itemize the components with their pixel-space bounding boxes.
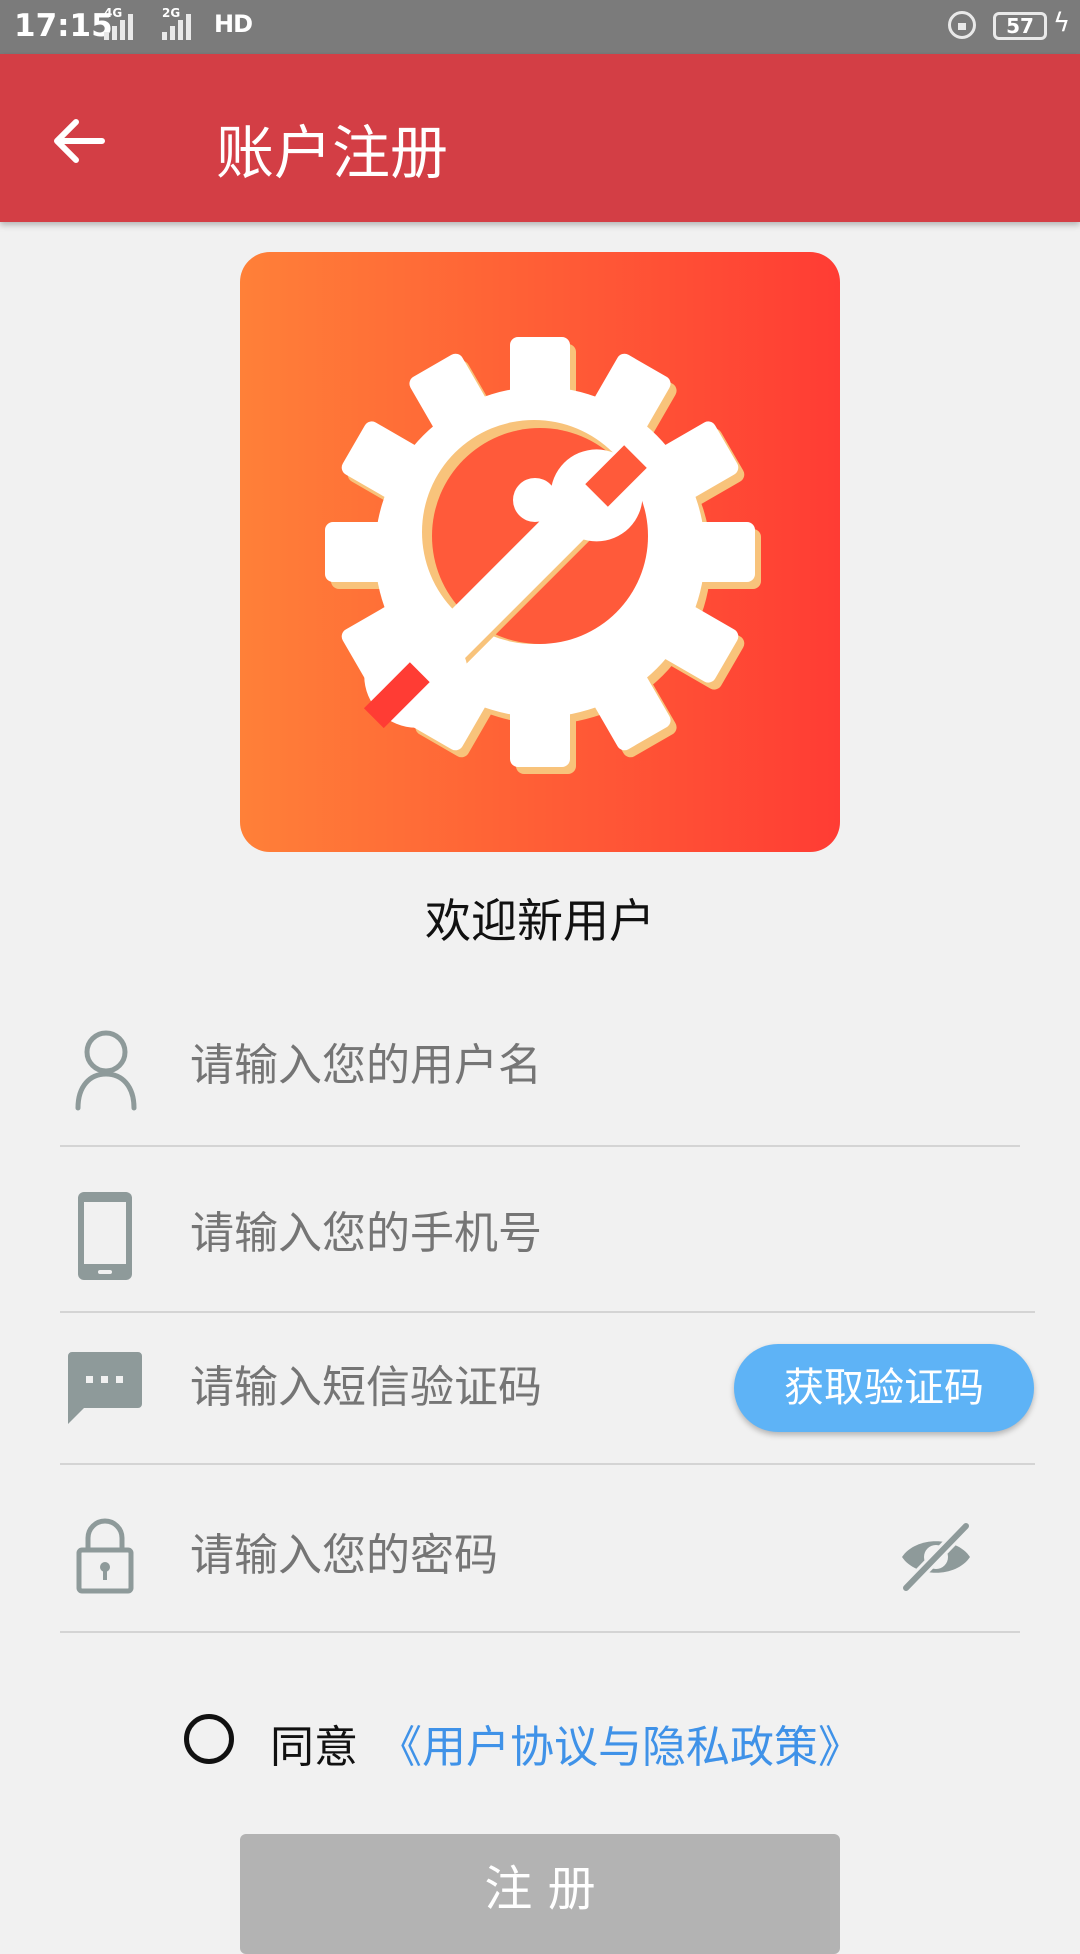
welcome-text: 欢迎新用户: [425, 894, 655, 948]
hd-icon: HD: [214, 10, 253, 38]
gear-wrench-icon: [325, 337, 761, 774]
charging-icon: ϟ: [1053, 8, 1071, 38]
status-bar: 17:15 4G 2G HD 57 ϟ: [0, 0, 1080, 54]
user-icon: [75, 1030, 137, 1111]
battery-icon: 57: [993, 12, 1047, 40]
divider: [60, 1145, 1020, 1147]
status-time: 17:15: [14, 8, 113, 44]
lock-icon: [76, 1518, 134, 1594]
register-button[interactable]: 注 册: [240, 1834, 840, 1954]
phone-input[interactable]: [190, 1208, 790, 1259]
agreement-link[interactable]: 《用户协议与隐私政策》: [378, 1711, 862, 1775]
agree-radio[interactable]: [184, 1714, 234, 1764]
app-bar: 账户注册: [0, 54, 1080, 222]
agree-label: 同意: [270, 1722, 358, 1773]
back-arrow-icon: [54, 119, 105, 163]
sms-code-input[interactable]: [190, 1362, 690, 1413]
message-icon: [68, 1352, 142, 1424]
rotation-lock-icon: [948, 11, 976, 39]
network-type-2g: 2G: [162, 6, 181, 20]
divider: [60, 1631, 1020, 1633]
signal-4g-icon: 4G: [104, 6, 133, 40]
password-input[interactable]: [190, 1530, 690, 1581]
signal-2g-icon: 2G: [162, 6, 191, 40]
page-title: 账户注册: [216, 119, 449, 187]
divider: [60, 1463, 1035, 1465]
eye-off-icon[interactable]: [898, 1522, 974, 1592]
app-logo: [240, 252, 840, 852]
back-button[interactable]: [44, 108, 114, 178]
network-type-4g: 4G: [104, 6, 123, 20]
phone-icon: [78, 1192, 132, 1280]
username-input[interactable]: [190, 1040, 790, 1091]
get-code-button[interactable]: 获取验证码: [734, 1344, 1034, 1432]
divider: [60, 1311, 1035, 1313]
